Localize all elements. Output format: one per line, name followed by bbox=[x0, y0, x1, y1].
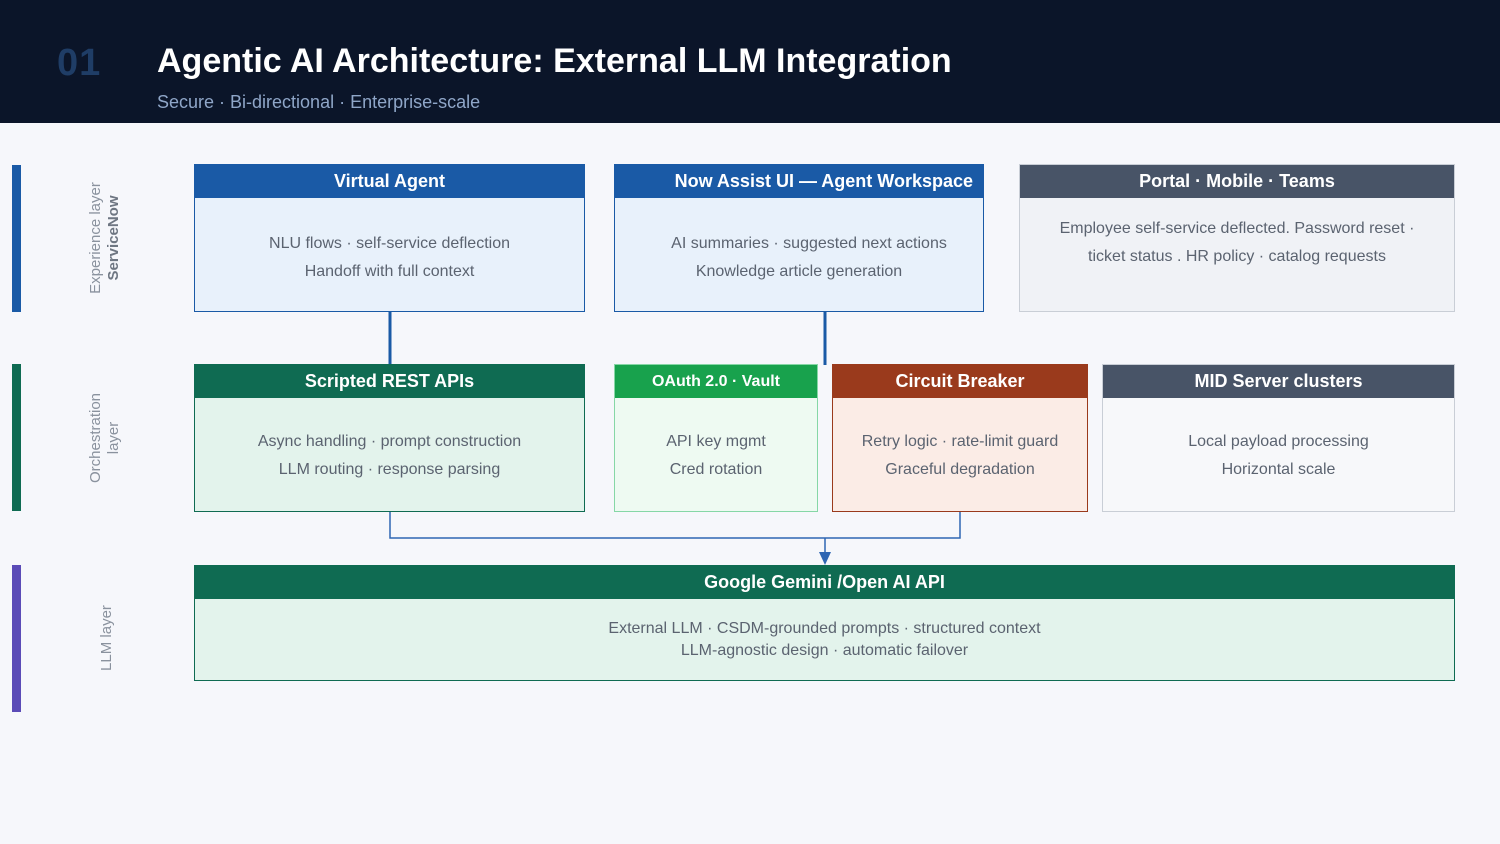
virtual-agent-line1: NLU flows · self-service deflection bbox=[269, 234, 510, 252]
gemini-line1: External LLM · CSDM-grounded prompts · s… bbox=[608, 619, 1041, 637]
portal-line1: Employee self-service deflected. Passwor… bbox=[1059, 220, 1415, 237]
mid-server-title: MID Server clusters bbox=[1103, 365, 1454, 398]
virtual-agent-line2: Handoff with full context bbox=[304, 262, 475, 280]
oauth-box: OAuth 2.0 · Vault API key mgmt Cred rota… bbox=[614, 364, 818, 512]
scripted-rest-line1: Async handling · prompt construction bbox=[257, 432, 522, 450]
now-assist-box: Now Assist UI — Agent Workspace AI summa… bbox=[614, 164, 984, 312]
mid-server-box: MID Server clusters Local payload proces… bbox=[1102, 364, 1455, 512]
mid-server-line1: Local payload processing bbox=[1188, 432, 1369, 450]
scripted-rest-title: Scripted REST APIs bbox=[195, 365, 584, 398]
virtual-agent-box: Virtual Agent NLU flows · self-service d… bbox=[194, 164, 585, 312]
gemini-title: Google Gemini /Open AI API bbox=[195, 566, 1454, 599]
oauth-line2: Cred rotation bbox=[669, 460, 763, 478]
portal-title: Portal · Mobile · Teams bbox=[1020, 165, 1454, 198]
oauth-title: OAuth 2.0 · Vault bbox=[615, 365, 817, 398]
circuit-breaker-box: Circuit Breaker Retry logic · rate-limit… bbox=[832, 364, 1088, 512]
circuit-breaker-title: Circuit Breaker bbox=[833, 365, 1087, 398]
now-assist-title: Now Assist UI — Agent Workspace bbox=[615, 165, 983, 198]
circuit-breaker-line1: Retry logic · rate-limit guard bbox=[861, 432, 1059, 450]
portal-box: Portal · Mobile · Teams Employee self-se… bbox=[1019, 164, 1455, 312]
mid-server-line2: Horizontal scale bbox=[1221, 460, 1336, 478]
scripted-rest-line2: LLM routing · response parsing bbox=[278, 460, 501, 478]
now-assist-line2: Knowledge article generation bbox=[695, 262, 903, 280]
gemini-line2: LLM-agnostic design · automatic failover bbox=[680, 641, 969, 659]
arrowhead-to-llm bbox=[819, 552, 831, 565]
scripted-rest-box: Scripted REST APIs Async handling · prom… bbox=[194, 364, 585, 512]
connector-rest-to-llm bbox=[389, 511, 961, 539]
virtual-agent-title: Virtual Agent bbox=[195, 165, 584, 198]
oauth-line1: API key mgmt bbox=[666, 432, 766, 450]
gemini-box: Google Gemini /Open AI API External LLM … bbox=[194, 565, 1455, 681]
portal-line2: ticket status . HR policy · catalog requ… bbox=[1088, 248, 1386, 265]
circuit-breaker-line2: Graceful degradation bbox=[885, 460, 1035, 478]
now-assist-line1: AI summaries · suggested next actions bbox=[671, 234, 947, 252]
